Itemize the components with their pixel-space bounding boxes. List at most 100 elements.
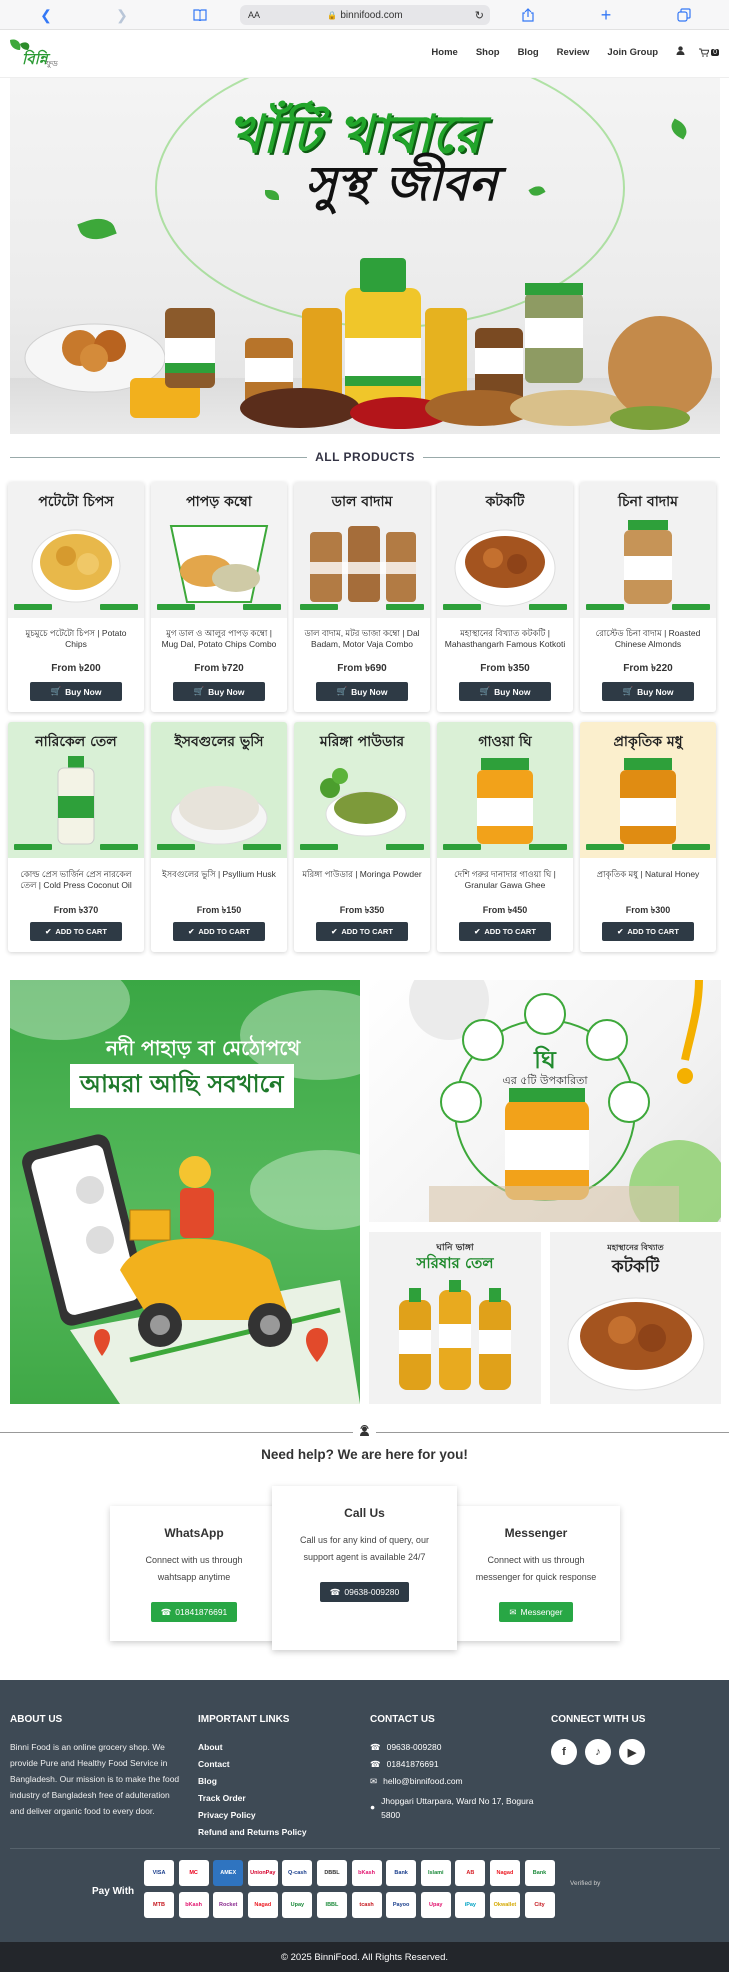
product-image[interactable]: পটেটো চিপস [8,482,144,618]
footer-links: IMPORTANT LINKS About Contact Blog Track… [198,1714,348,1841]
add-to-cart-button[interactable]: ✔ ADD TO CART [30,922,122,941]
payment-logo: IBBL [316,1892,347,1918]
product-image[interactable]: কটকটি [437,482,573,618]
footer-phone-2[interactable]: ☎ 01841876691 [370,1756,540,1773]
nav-review[interactable]: Review [557,47,590,58]
section-title: ALL PRODUCTS [315,450,415,464]
product-name[interactable]: রোস্টেড চিনা বাদাম | Roasted Chinese Alm… [586,628,710,650]
bookmarks-icon[interactable] [190,5,210,25]
product-card[interactable]: নারিকেল তেল কোল্ড প্রেস ভার্জিন প্রেস না… [8,722,144,952]
product-image[interactable]: মরিঙ্গা পাউডার [294,722,430,858]
footer-link-refund[interactable]: Refund and Returns Policy [198,1824,348,1841]
reader-aa-button[interactable]: AA [248,10,260,20]
buy-now-button[interactable]: 🛒 Buy Now [173,682,265,701]
delivery-promo-banner[interactable]: নদী পাহাড় বা মেঠোপথে আমরা আছি সবখানে [10,980,360,1404]
product-name[interactable]: মরিঙ্গা পাউডার | Moringa Powder [300,869,424,880]
footer-link-blog[interactable]: Blog [198,1773,348,1790]
forward-icon[interactable]: ❯ [112,5,132,25]
product-card[interactable]: মরিঙ্গা পাউডার মরিঙ্গা পাউডার | Moringa … [294,722,430,952]
nav-join-group[interactable]: Join Group [607,47,658,58]
product-name[interactable]: মহাস্থানের বিখ্যাত কটকটি | Mahasthangarh… [443,628,567,650]
lock-icon: 🔒 [327,10,338,20]
product-card[interactable]: কটকটি মহাস্থানের বিখ্যাত কটকটি | Mahasth… [437,482,573,712]
delivery-promo-line-1: নদী পাহাড় বা মেঠোপথে [106,1036,301,1060]
payment-logo: Rocket [213,1892,244,1918]
user-icon[interactable] [676,46,685,58]
address-bar[interactable]: AA 🔒 binnifood.com ↻ [240,5,490,25]
product-card[interactable]: গাওয়া ঘি দেশি গরুর দানাদার গাওয়া ঘি | … [437,722,573,952]
product-image[interactable]: ইসবগুলের ভুসি [151,722,287,858]
new-tab-icon[interactable]: + [596,5,616,25]
product-card[interactable]: ডাল বাদাম ডাল বাদাম, মটর ভাজা কম্বো | Da… [294,482,430,712]
product-name[interactable]: ইসবগুলের ভুসি | Psyllium Husk [157,869,281,880]
payment-logo: tcash [351,1892,382,1918]
buy-now-button[interactable]: 🛒 Buy Now [602,682,694,701]
add-to-cart-button[interactable]: ✔ ADD TO CART [173,922,265,941]
product-name[interactable]: দেশি গরুর দানাদার গাওয়া ঘি | Granular G… [443,869,567,891]
ghee-benefits-banner[interactable]: ঘি এর ৫টি উপকারিতা [369,980,721,1222]
footer-connect-title: CONNECT WITH US [551,1714,646,1725]
product-price: From ৳450 [482,905,528,915]
footer-link-privacy[interactable]: Privacy Policy [198,1807,348,1824]
product-image[interactable]: নারিকেল তেল [8,722,144,858]
footer-link-about[interactable]: About [198,1739,348,1756]
product-name[interactable]: মুচমুচে পটেটো চিপস | Potato Chips [14,628,138,650]
hero-products-illustration [24,258,712,430]
messenger-button[interactable]: ✉ Messenger [499,1602,573,1622]
buy-now-button[interactable]: 🛒 Buy Now [316,682,408,701]
product-image[interactable]: পাপড় কম্বো [151,482,287,618]
product-card[interactable]: পটেটো চিপস মুচমুচে পটেটো চিপস | Potato C… [8,482,144,712]
hero-banner[interactable]: খাঁটি খাবারে সুস্থ জীবন [10,78,720,434]
share-icon[interactable] [518,5,538,25]
nav-blog[interactable]: Blog [518,47,539,58]
footer-link-contact[interactable]: Contact [198,1756,348,1773]
add-to-cart-button[interactable]: ✔ ADD TO CART [602,922,694,941]
payment-logo: City [524,1892,555,1918]
buy-now-button[interactable]: 🛒 Buy Now [459,682,551,701]
nav-home[interactable]: Home [431,47,457,58]
tiktok-icon[interactable]: ♪ [585,1739,611,1765]
check-icon: ✔ [331,927,338,936]
product-card[interactable]: পাপড় কম্বো মুগ ডাল ও আলুর পাপড় কম্বো |… [151,482,287,712]
product-card[interactable]: প্রাকৃতিক মধু প্রাকৃতিক মধু | Natural Ho… [580,722,716,952]
cart-button[interactable]: 0 [699,48,719,57]
back-icon[interactable]: ❮ [36,5,56,25]
youtube-icon[interactable]: ▶ [619,1739,645,1765]
product-name[interactable]: ডাল বাদাম, মটর ভাজা কম্বো | Dal Badam, M… [300,628,424,650]
payment-logo: MC [178,1860,209,1886]
product-card[interactable]: চিনা বাদাম রোস্টেড চিনা বাদাম | Roasted … [580,482,716,712]
site-header: বিন্নি ফুড Home Shop Blog Review Join Gr… [0,30,729,78]
whatsapp-help-card: WhatsApp Connect with us through wahtsap… [110,1506,278,1641]
kotkoti-banner[interactable]: মহাস্থানের বিখ্যাত কটকটি [550,1232,721,1404]
facebook-icon[interactable]: f [551,1739,577,1765]
product-price: From ৳150 [196,905,242,915]
product-name[interactable]: কোল্ড প্রেস ভার্জিন প্রেস নারকেল তেল | C… [14,869,138,891]
footer-link-track-order[interactable]: Track Order [198,1790,348,1807]
footer-phone-1[interactable]: ☎ 09638-009280 [370,1739,540,1756]
whatsapp-button[interactable]: ☎ 01841876691 [150,1602,238,1622]
products-grid-row-2: নারিকেল তেল কোল্ড প্রেস ভার্জিন প্রেস না… [8,722,722,952]
tabs-icon[interactable] [674,5,694,25]
buy-now-button[interactable]: 🛒 Buy Now [30,682,122,701]
product-image[interactable]: গাওয়া ঘি [437,722,573,858]
product-name[interactable]: প্রাকৃতিক মধু | Natural Honey [586,869,710,880]
mustard-oil-banner[interactable]: ঘানি ভাঙ্গা সরিষার তেল [369,1232,541,1404]
product-card[interactable]: ইসবগুলের ভুসি ইসবগুলের ভুসি | Psyllium H… [151,722,287,952]
reload-icon[interactable]: ↻ [475,9,484,22]
add-to-cart-button[interactable]: ✔ ADD TO CART [459,922,551,941]
nav-shop[interactable]: Shop [476,47,500,58]
binnifood-logo[interactable]: বিন্নি ফুড [6,36,60,70]
product-name[interactable]: মুগ ডাল ও আলুর পাপড় কম্বো | Mug Dal, Po… [157,628,281,650]
call-us-card-desc: Call us for any kind of query, our suppo… [300,1535,429,1562]
payment-logo: DBBL [316,1860,347,1886]
call-button[interactable]: ☎ 09638-009280 [319,1582,410,1602]
payment-logo: bKash [178,1892,209,1918]
footer-email[interactable]: ✉ hello@binnifood.com [370,1773,540,1790]
kotkoti-title: কটকটি [611,1257,660,1277]
product-image[interactable]: ডাল বাদাম [294,482,430,618]
product-image[interactable]: প্রাকৃতিক মধু [580,722,716,858]
add-to-cart-button[interactable]: ✔ ADD TO CART [316,922,408,941]
payment-logo: UnionPay [247,1860,278,1886]
product-price: From ৳200 [51,663,101,674]
product-image[interactable]: চিনা বাদাম [580,482,716,618]
